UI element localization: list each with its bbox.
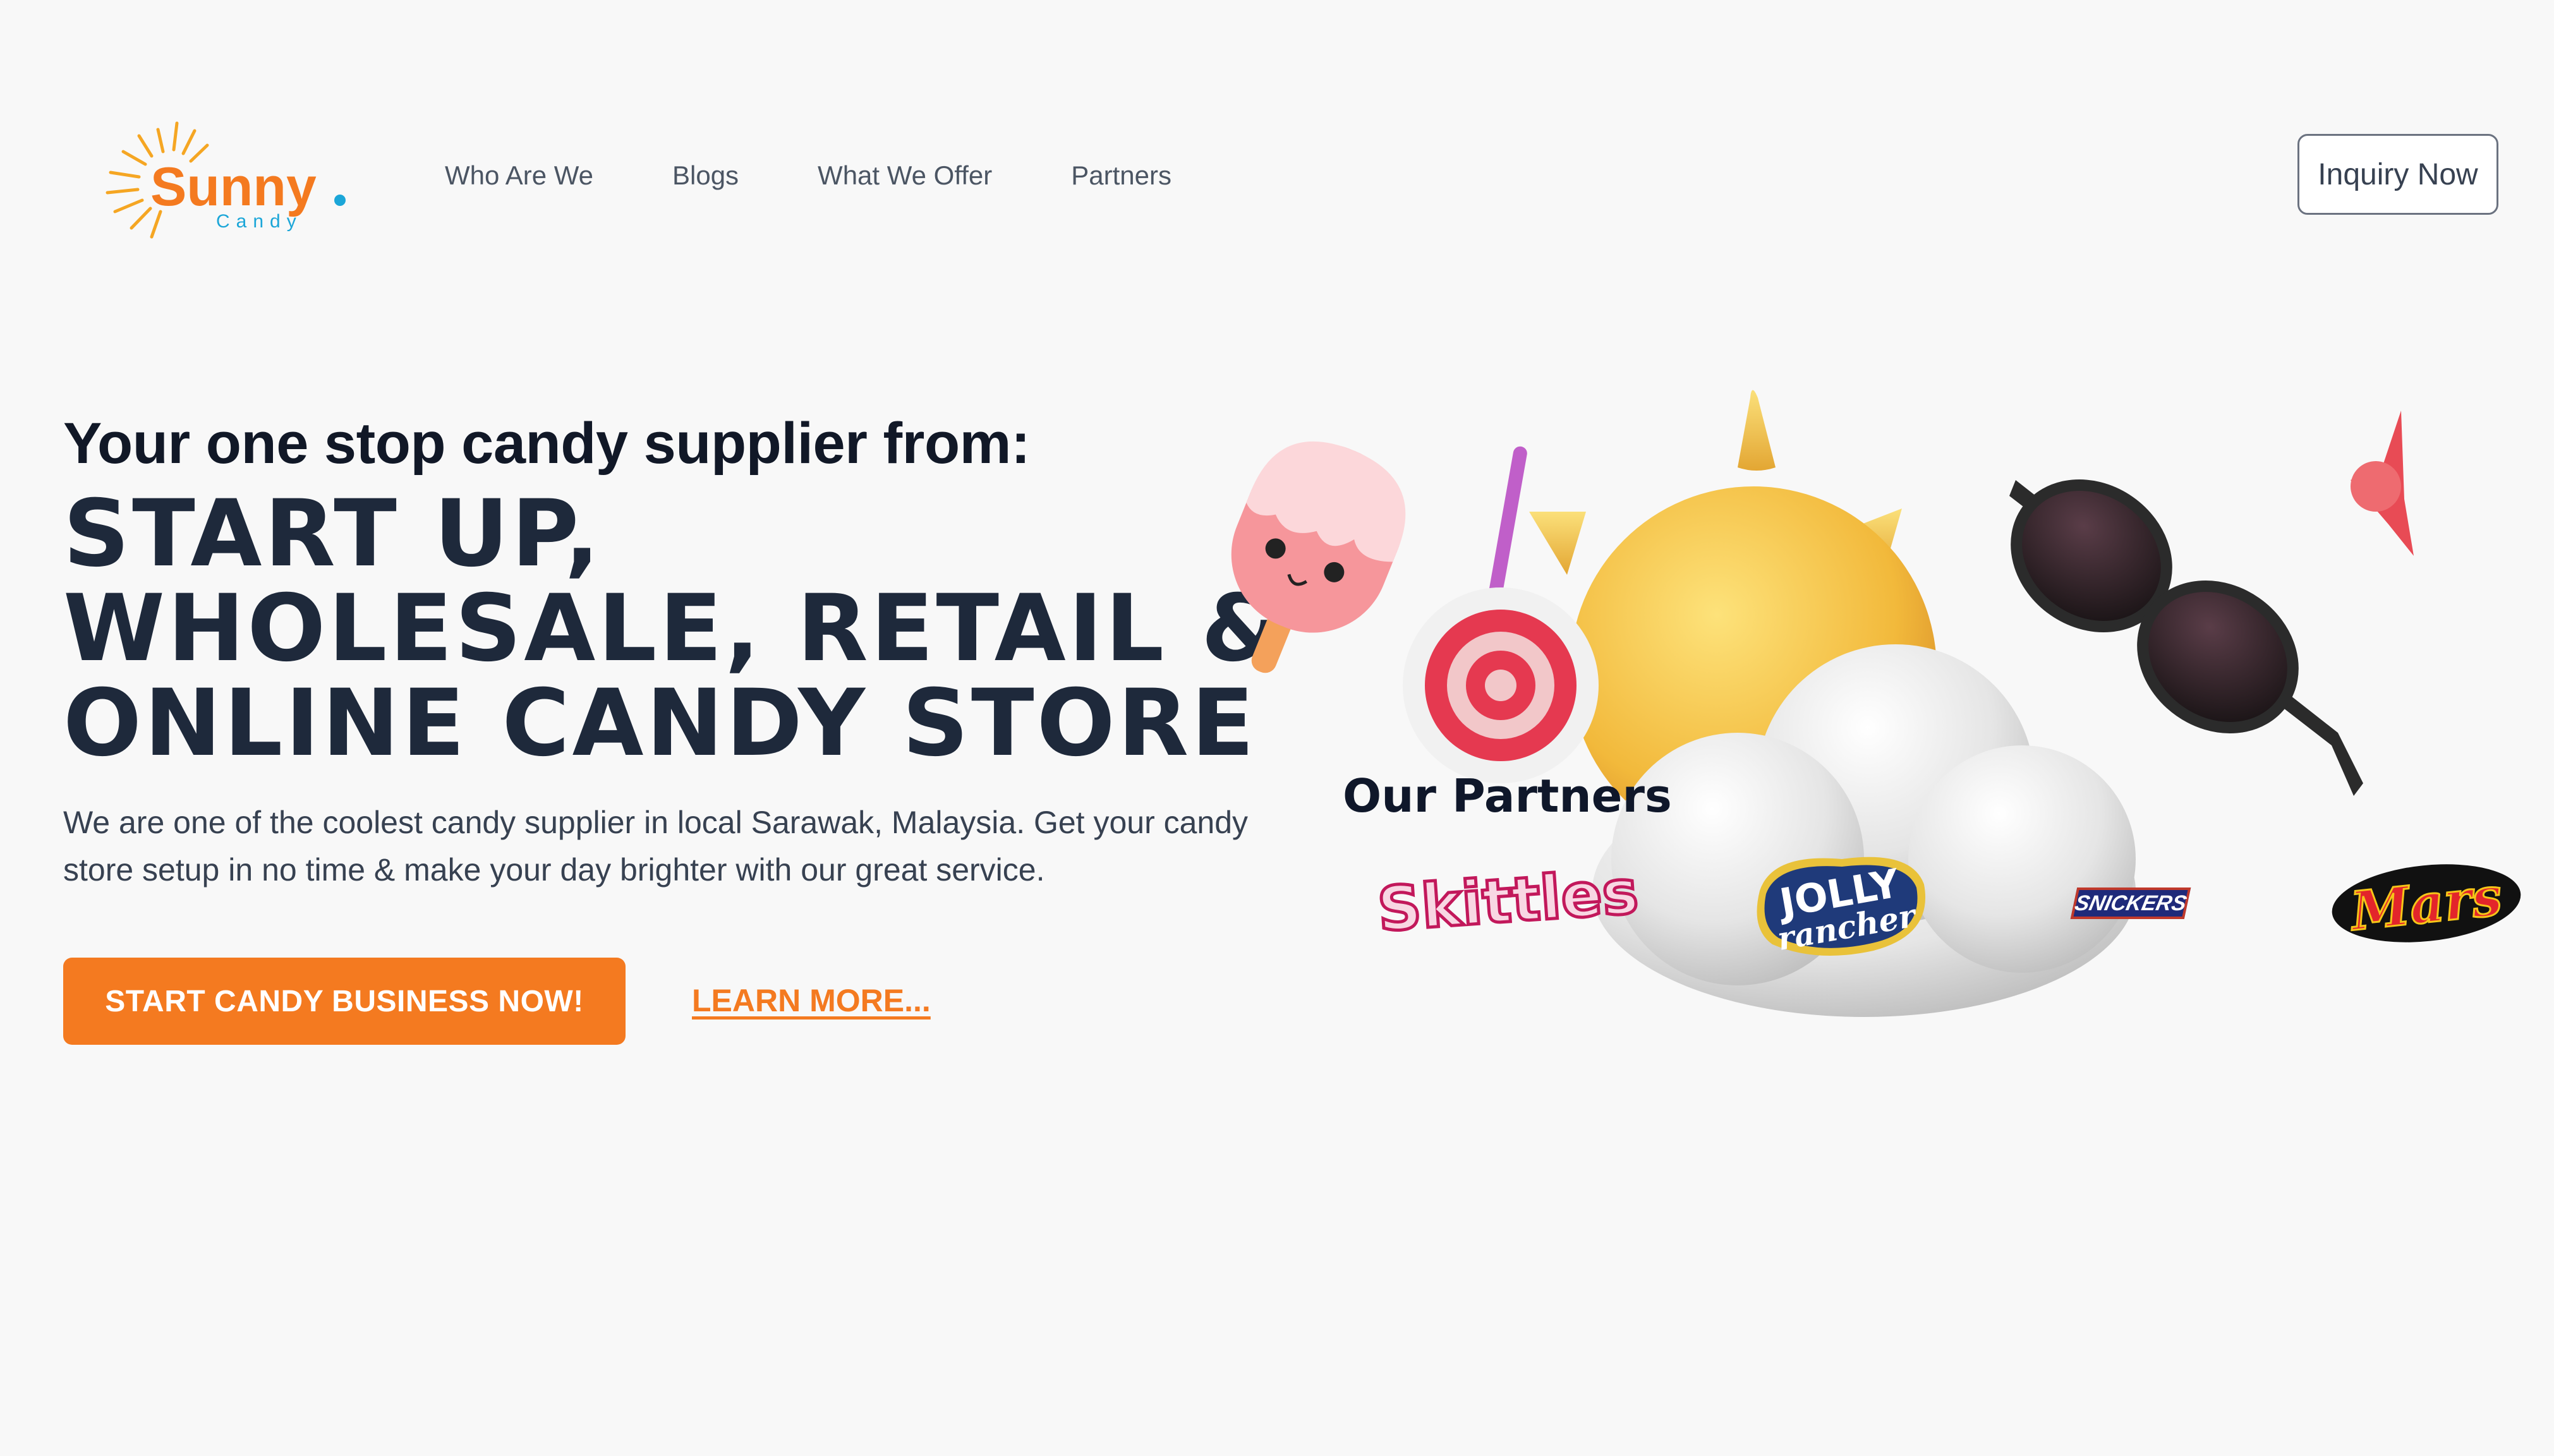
hero-title-line: WHOLESALE, RETAIL & xyxy=(63,575,1285,682)
nav-partners[interactable]: Partners xyxy=(1071,157,1171,195)
main-nav: Who Are We Blogs What We Offer Partners xyxy=(445,157,1250,195)
start-candy-business-button[interactable]: START CANDY BUSINESS NOW! xyxy=(63,958,626,1045)
nav-who-are-we[interactable]: Who Are We xyxy=(445,157,593,195)
sunglasses-icon xyxy=(2009,479,2363,796)
snickers-logo: SNICKERS xyxy=(2070,887,2191,919)
svg-text:Candy: Candy xyxy=(216,211,303,232)
hero-title-line: START UP, xyxy=(63,480,602,587)
ice-pop-icon xyxy=(1231,442,1406,673)
nav-blogs[interactable]: Blogs xyxy=(672,157,739,195)
jolly-rancher-logo: JOLLY rancher xyxy=(1757,857,1926,958)
nav-what-we-offer[interactable]: What We Offer xyxy=(818,157,992,195)
sunny-candy-logo[interactable]: Sunny Candy xyxy=(95,117,354,243)
hero-title-line: ONLINE CANDY STORE xyxy=(63,670,1257,777)
learn-more-link[interactable]: LEARN MORE... xyxy=(692,982,931,1019)
svg-text:Sunny: Sunny xyxy=(150,157,317,217)
candy-spike-icon xyxy=(2351,411,2414,556)
hero-description: We are one of the coolest candy supplier… xyxy=(63,805,1249,887)
partners-title: Our Partners xyxy=(1343,769,1672,822)
inquiry-now-button[interactable]: Inquiry Now xyxy=(2297,134,2498,215)
hero-illustration xyxy=(1231,390,2414,1017)
hero-subtitle: Your one stop candy supplier from: xyxy=(63,411,1031,476)
lollipop-icon xyxy=(1403,446,1599,783)
hero-title: START UP, WHOLESALE, RETAIL & ONLINE CAN… xyxy=(63,486,1284,771)
